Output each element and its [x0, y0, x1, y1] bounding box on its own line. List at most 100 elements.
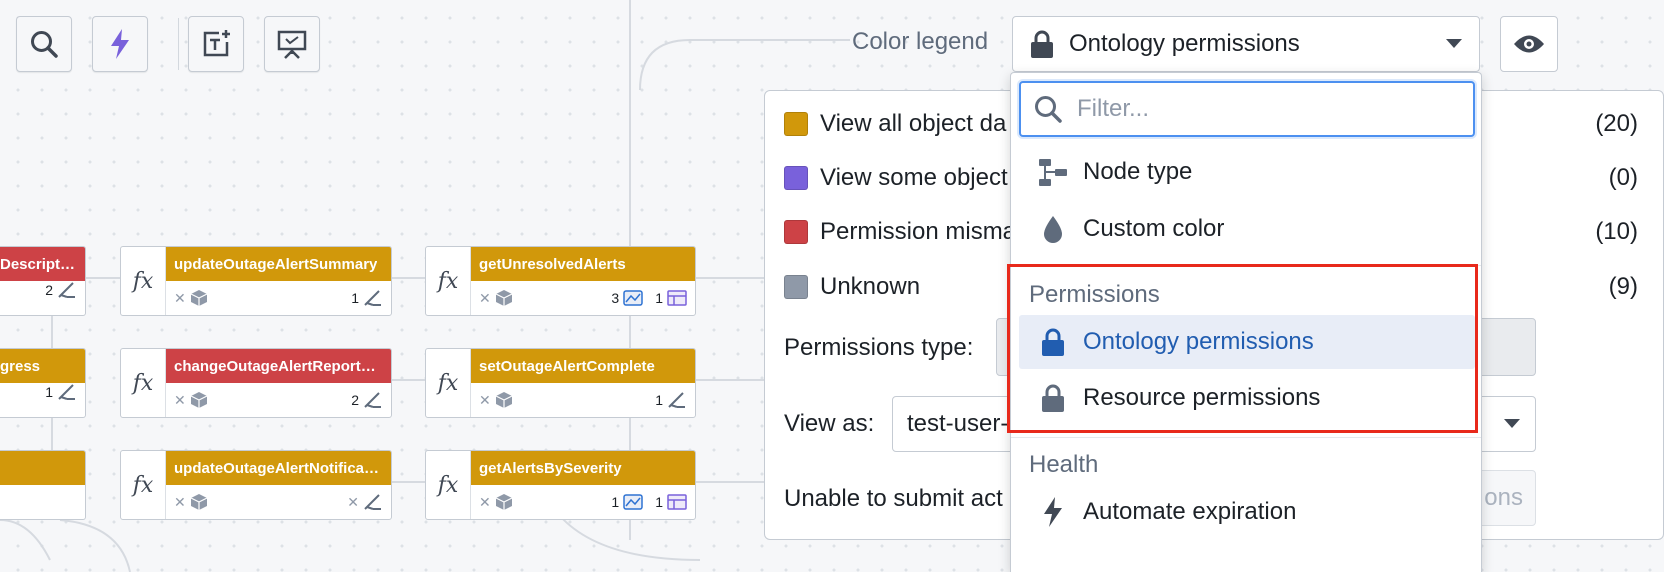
menu-item-custom-color[interactable]: Custom color [1019, 202, 1475, 256]
cube-icon [190, 494, 208, 510]
menu-item-automate-expiration[interactable]: Automate expiration [1019, 485, 1475, 539]
graph-node-partial[interactable] [0, 450, 86, 520]
remove-icon: ✕ [174, 289, 186, 306]
object-view-icon [667, 494, 687, 510]
cube-icon [495, 290, 513, 306]
cube-icon [495, 392, 513, 408]
remove-icon: ✕ [479, 493, 491, 510]
graph-node-partial[interactable]: gress 1 [0, 348, 86, 418]
function-node[interactable]: fx getAlertsBySeverity ✕ 1 1 [425, 450, 696, 520]
view-as-label: View as: [784, 410, 875, 437]
legend-swatch [784, 220, 808, 244]
object-view-icon [667, 290, 687, 306]
node-title: updateOutageAlertNotificatio... [174, 459, 383, 477]
cube-icon [190, 392, 208, 408]
legend-row-label: Permission misma [820, 218, 1017, 245]
action-edit-icon [364, 290, 381, 306]
action-edit-icon [668, 392, 685, 408]
search-icon [1035, 96, 1062, 123]
cube-icon [495, 494, 513, 510]
function-icon: fx [426, 349, 471, 417]
menu-item-label: Automate expiration [1083, 498, 1297, 525]
legend-row-count: (20) [1595, 110, 1638, 137]
menu-item-label: Node type [1083, 158, 1193, 185]
function-icon: fx [426, 247, 471, 315]
node-count: 1 [655, 392, 663, 408]
function-icon: fx [426, 451, 471, 519]
menu-item-label: Custom color [1083, 215, 1225, 242]
function-icon: fx [121, 349, 166, 417]
legend-swatch [784, 166, 808, 190]
function-node[interactable]: fx setOutageAlertComplete ✕ 1 [425, 348, 696, 418]
node-title: gress [0, 357, 41, 375]
node-title: changeOutageAlertReportedB... [174, 357, 383, 375]
filter-input[interactable] [1075, 94, 1435, 124]
presentation-icon [277, 30, 307, 59]
unable-submit-label: Unable to submit act [784, 485, 1003, 512]
visibility-button[interactable] [1500, 16, 1558, 72]
node-title: Descriptio... [0, 255, 77, 273]
color-legend-select[interactable]: Ontology permissions [1012, 16, 1480, 72]
function-node[interactable]: fx updateOutageAlertSummary ✕ 1 [120, 246, 392, 316]
remove-icon: ✕ [347, 493, 359, 510]
legend-row-label: Unknown [820, 273, 921, 300]
legend-row-label: View some object [820, 164, 1008, 191]
add-text-tool-button[interactable] [188, 16, 244, 72]
legend-row-count: (0) [1608, 164, 1638, 191]
search-icon [31, 31, 58, 58]
lightning-icon [1044, 497, 1062, 527]
cube-icon [190, 290, 208, 306]
automate-tool-button[interactable] [92, 16, 148, 72]
annotation-highlight-box [1007, 264, 1478, 433]
legend-row: View all object da [784, 110, 1006, 138]
action-edit-icon [58, 384, 75, 400]
caret-down-icon [1504, 419, 1520, 428]
permissions-type-label: Permissions type: [784, 334, 974, 361]
legend-row-count: (9) [1608, 273, 1638, 300]
node-type-icon [1039, 159, 1067, 186]
lightning-icon [111, 29, 129, 59]
function-node[interactable]: fx getUnresolvedAlerts ✕ 3 1 [425, 246, 696, 316]
menu-header-health: Health [1029, 451, 1099, 478]
node-count: 1 [45, 384, 53, 400]
node-title: updateOutageAlertSummary [174, 255, 378, 273]
menu-item-node-type[interactable]: Node type [1019, 145, 1475, 199]
node-count: 2 [351, 392, 359, 408]
legend-row: Permission misma [784, 218, 1016, 246]
module-icon [623, 290, 643, 306]
function-icon: fx [121, 247, 166, 315]
action-edit-icon [364, 494, 381, 510]
action-edit-icon [364, 392, 381, 408]
legend-row-label: View all object da [820, 110, 1007, 137]
function-node[interactable]: fx updateOutageAlertNotificatio... ✕ ✕ [120, 450, 392, 520]
node-title: getAlertsBySeverity [479, 459, 622, 477]
text-box-add-icon [203, 30, 230, 57]
node-count: 1 [655, 494, 663, 510]
module-icon [623, 494, 643, 510]
remove-icon: ✕ [479, 391, 491, 408]
node-title: getUnresolvedAlerts [479, 255, 626, 273]
remove-icon: ✕ [479, 289, 491, 306]
eye-icon [1514, 35, 1544, 53]
action-edit-icon [58, 282, 75, 298]
node-count: 1 [655, 290, 663, 306]
presentation-tool-button[interactable] [264, 16, 320, 72]
menu-divider [1011, 437, 1481, 438]
graph-node-partial[interactable]: Descriptio... 2 [0, 246, 86, 316]
color-legend-selected: Ontology permissions [1069, 30, 1300, 57]
legend-swatch [784, 112, 808, 136]
legend-row-count: (10) [1595, 218, 1638, 245]
caret-down-icon [1446, 39, 1462, 48]
toolbar-divider [178, 18, 179, 70]
search-tool-button[interactable] [16, 16, 72, 72]
node-count: 3 [611, 290, 620, 306]
color-legend-label: Color legend [852, 28, 989, 55]
lock-icon [1031, 30, 1053, 58]
remove-icon: ✕ [174, 391, 186, 408]
legend-row: View some object [784, 164, 1008, 192]
remove-icon: ✕ [174, 493, 186, 510]
legend-row: Unknown [784, 273, 920, 301]
filter-field[interactable] [1019, 81, 1475, 137]
node-count: 1 [351, 290, 359, 306]
function-node[interactable]: fx changeOutageAlertReportedB... ✕ 2 [120, 348, 392, 418]
